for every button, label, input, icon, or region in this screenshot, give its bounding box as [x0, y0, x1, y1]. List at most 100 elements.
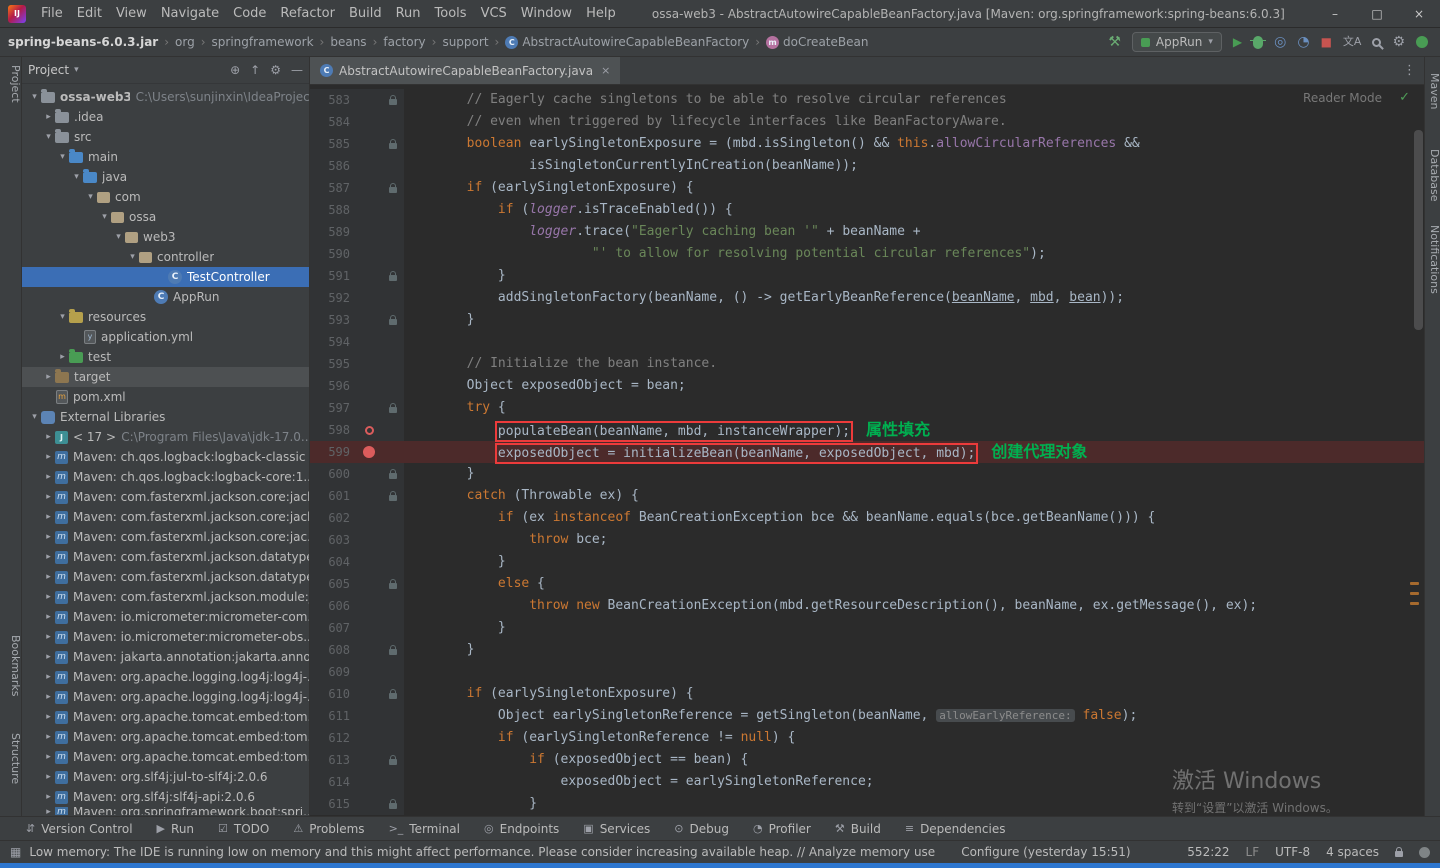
tool-strip-structure[interactable]: Structure	[0, 733, 22, 784]
line-separator-widget[interactable]: LF	[1246, 845, 1260, 859]
tree-item-maven-org-apache-tomcat-embed-tom[interactable]: ▸ m Maven: org.apache.tomcat.embed:tom...	[22, 747, 309, 767]
tool-windows-icon[interactable]: ▦	[10, 845, 21, 859]
tool-strip-project[interactable]: Project	[0, 65, 22, 103]
code-line-600[interactable]: 600 }	[310, 463, 1424, 485]
chevron-right-icon[interactable]: ▸	[42, 667, 55, 687]
tool-window-button-problems[interactable]: ⚠ Problems	[293, 822, 364, 836]
tree-item-controller[interactable]: ▾ controller	[22, 247, 309, 267]
line-number[interactable]: 588	[310, 199, 356, 221]
line-number[interactable]: 585	[310, 133, 356, 155]
code-line-615[interactable]: 615 }	[310, 793, 1424, 815]
tool-strip-database[interactable]: Database	[1425, 149, 1440, 202]
line-number[interactable]: 589	[310, 221, 356, 243]
chevron-right-icon[interactable]: ▸	[42, 527, 55, 547]
code-line-601[interactable]: 601 catch (Throwable ex) {	[310, 485, 1424, 507]
chevron-down-icon[interactable]: ▾	[112, 227, 125, 247]
build-project-icon[interactable]: ⚒	[1108, 34, 1121, 50]
chevron-right-icon[interactable]: ▸	[42, 767, 55, 787]
code-line-607[interactable]: 607 }	[310, 617, 1424, 639]
chevron-down-icon[interactable]: ▾	[42, 127, 55, 147]
tree-item-maven-org-slf4j-jul-to-slf4j-2-0-6[interactable]: ▸ m Maven: org.slf4j:jul-to-slf4j:2.0.6	[22, 767, 309, 787]
line-number[interactable]: 603	[310, 529, 356, 551]
tree-item-com[interactable]: ▾ com	[22, 187, 309, 207]
tool-window-button-profiler[interactable]: ◔ Profiler	[753, 822, 811, 836]
breakpoint-icon[interactable]	[364, 425, 374, 435]
more-icon[interactable]: ⋮	[1403, 57, 1416, 85]
close-button[interactable]: ×	[1398, 0, 1440, 28]
chevron-down-icon[interactable]: ▾	[28, 87, 41, 107]
tree-item-17[interactable]: ▸ J < 17 > C:\Program Files\Java\jdk-17.0..…	[22, 427, 309, 447]
tree-item-maven-com-fasterxml-jackson-core-jack[interactable]: ▸ m Maven: com.fasterxml.jackson.core:jack…	[22, 507, 309, 527]
line-number[interactable]: 609	[310, 661, 356, 683]
menu-edit[interactable]: Edit	[70, 0, 109, 28]
chevron-right-icon[interactable]: ▸	[42, 427, 55, 447]
code-line-604[interactable]: 604 }	[310, 551, 1424, 573]
breakpoint-icon[interactable]	[363, 446, 375, 458]
line-number[interactable]: 587	[310, 177, 356, 199]
tool-window-button-version-control[interactable]: ⇵ Version Control	[26, 822, 133, 836]
menu-navigate[interactable]: Navigate	[154, 0, 226, 28]
line-number[interactable]: 599	[310, 441, 356, 463]
code-line-592[interactable]: 592 addSingletonFactory(beanName, () -> …	[310, 287, 1424, 309]
scrollbar-warning-mark[interactable]	[1410, 582, 1419, 585]
tool-window-button-services[interactable]: ▣ Services	[583, 822, 650, 836]
tree-item-maven-com-fasterxml-jackson-core-jack[interactable]: ▸ m Maven: com.fasterxml.jackson.core:jack…	[22, 487, 309, 507]
line-number[interactable]: 613	[310, 749, 356, 771]
tool-strip-bookmarks[interactable]: Bookmarks	[0, 635, 22, 696]
line-number[interactable]: 590	[310, 243, 356, 265]
hide-panel-icon[interactable]: —	[291, 63, 303, 77]
chevron-right-icon[interactable]: ▸	[42, 507, 55, 527]
tool-window-button-dependencies[interactable]: ≡ Dependencies	[905, 822, 1006, 836]
close-icon[interactable]: ×	[601, 64, 610, 77]
code-line-599[interactable]: 599 exposedObject = initializeBean(beanN…	[310, 441, 1424, 464]
code-line-606[interactable]: 606 throw new BeanCreationException(mbd.…	[310, 595, 1424, 617]
chevron-down-icon[interactable]: ▾	[84, 187, 97, 207]
menu-view[interactable]: View	[109, 0, 154, 28]
tree-item-apprun[interactable]: C AppRun	[22, 287, 309, 307]
chevron-right-icon[interactable]: ▸	[42, 707, 55, 727]
tree-item-resources[interactable]: ▾ resources	[22, 307, 309, 327]
maximize-button[interactable]: □	[1356, 0, 1398, 28]
tree-item-java[interactable]: ▾ java	[22, 167, 309, 187]
code-line-594[interactable]: 594	[310, 331, 1424, 353]
tree-item-idea[interactable]: ▸ .idea	[22, 107, 309, 127]
chevron-right-icon[interactable]: ▸	[42, 587, 55, 607]
line-number[interactable]: 597	[310, 397, 356, 419]
code-line-586[interactable]: 586 isSingletonCurrentlyInCreation(beanN…	[310, 155, 1424, 177]
chevron-right-icon[interactable]: ▸	[42, 447, 55, 467]
line-number[interactable]: 600	[310, 463, 356, 485]
tree-item-target[interactable]: ▸ target	[22, 367, 309, 387]
code-line-593[interactable]: 593 }	[310, 309, 1424, 331]
encoding-widget[interactable]: UTF-8	[1275, 845, 1310, 859]
project-panel-title[interactable]: Project	[28, 63, 69, 77]
chevron-down-icon[interactable]: ▾	[56, 147, 69, 167]
breadcrumb-item-springframework[interactable]: springframework	[212, 35, 314, 49]
line-number[interactable]: 601	[310, 485, 356, 507]
chevron-right-icon[interactable]: ▸	[42, 807, 55, 815]
code-line-587[interactable]: 587 if (earlySingletonExposure) {	[310, 177, 1424, 199]
chevron-right-icon[interactable]: ▸	[42, 607, 55, 627]
tree-item-maven-io-micrometer-micrometer-obs[interactable]: ▸ m Maven: io.micrometer:micrometer-obs...	[22, 627, 309, 647]
tree-item-main[interactable]: ▾ main	[22, 147, 309, 167]
line-number[interactable]: 586	[310, 155, 356, 177]
code-line-610[interactable]: 610 if (earlySingletonExposure) {	[310, 683, 1424, 705]
tree-item-maven-org-apache-tomcat-embed-tom[interactable]: ▸ m Maven: org.apache.tomcat.embed:tom...	[22, 727, 309, 747]
line-number[interactable]: 602	[310, 507, 356, 529]
tree-item-maven-io-micrometer-micrometer-com[interactable]: ▸ m Maven: io.micrometer:micrometer-com...	[22, 607, 309, 627]
editor-scrollbar[interactable]	[1414, 130, 1423, 330]
line-number[interactable]: 612	[310, 727, 356, 749]
tree-item-src[interactable]: ▾ src	[22, 127, 309, 147]
menu-file[interactable]: File	[34, 0, 70, 28]
code-line-611[interactable]: 611 Object earlySingletonReference = get…	[310, 705, 1424, 727]
locate-file-icon[interactable]: ⊕	[230, 63, 240, 77]
menu-tools[interactable]: Tools	[428, 0, 474, 28]
line-number[interactable]: 605	[310, 573, 356, 595]
debug-button[interactable]	[1250, 35, 1267, 49]
chevron-right-icon[interactable]: ▸	[42, 467, 55, 487]
breadcrumb-item-factory[interactable]: factory	[383, 35, 425, 49]
code-line-598[interactable]: 598 populateBean(beanName, mbd, instance…	[310, 419, 1424, 442]
tree-item-ossa-web3[interactable]: ▾ ossa-web3 C:\Users\sunjinxin\IdeaProject	[22, 87, 309, 107]
settings-icon[interactable]: ⚙	[1392, 34, 1405, 50]
line-number[interactable]: 596	[310, 375, 356, 397]
tree-item-pom-xml[interactable]: m pom.xml	[22, 387, 309, 407]
